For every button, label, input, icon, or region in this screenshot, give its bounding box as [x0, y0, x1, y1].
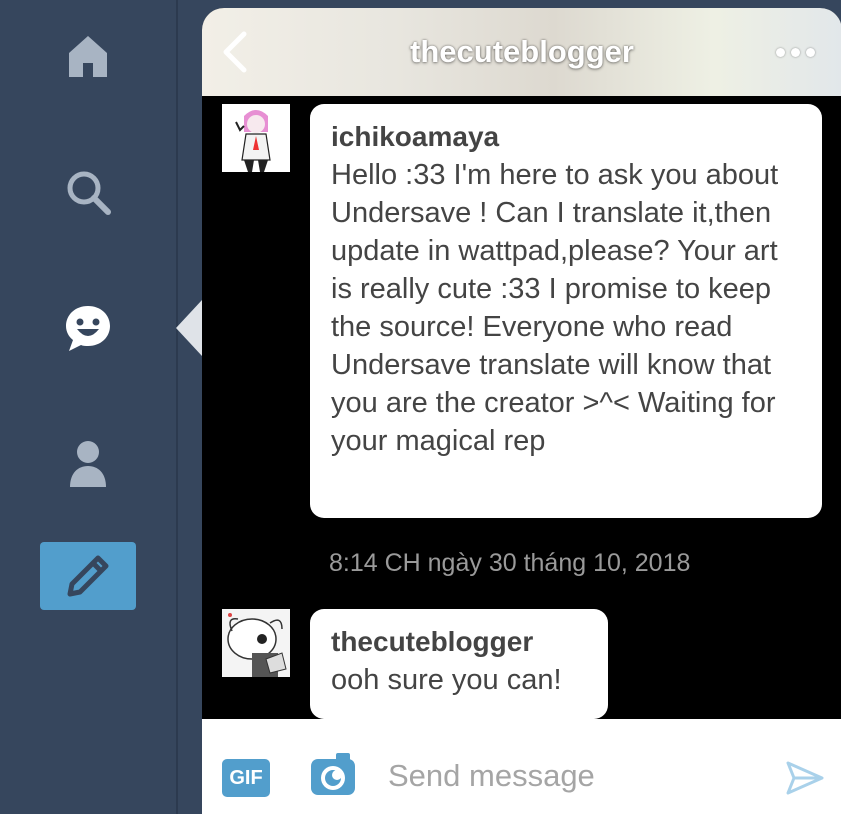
avatar[interactable] — [222, 609, 290, 677]
nav-rail — [0, 0, 178, 814]
message-sender[interactable]: thecuteblogger — [331, 625, 588, 659]
message-text: Hello :33 I'm here to ask you about Unde… — [331, 159, 779, 457]
camera-icon — [311, 753, 355, 795]
search-icon[interactable] — [62, 166, 114, 218]
more-options-button[interactable] — [776, 42, 816, 62]
account-icon[interactable] — [62, 436, 114, 492]
camera-button[interactable] — [308, 749, 358, 801]
home-icon[interactable] — [62, 30, 114, 82]
chat-title: thecuteblogger — [410, 34, 634, 69]
message-sender[interactable]: ichikoamaya — [331, 120, 802, 154]
chat-header: thecuteblogger — [202, 8, 841, 96]
chat-icon[interactable] — [60, 300, 116, 356]
message-bubble: ichikoamaya Hello :33 I'm here to ask yo… — [310, 104, 822, 518]
more-dot — [776, 47, 785, 57]
compose-button[interactable] — [40, 542, 136, 610]
message-text: ooh sure you can! — [331, 664, 562, 696]
pencil-icon — [67, 555, 109, 597]
message-input[interactable] — [388, 753, 748, 799]
send-icon — [786, 761, 824, 795]
chat-window: thecuteblogger ichikoamaya Hello :33 I'm… — [202, 8, 841, 814]
message-bubble: thecuteblogger ooh sure you can! — [310, 609, 608, 719]
message-timestamp: 8:14 CH ngày 30 tháng 10, 2018 — [329, 549, 691, 577]
active-pointer — [176, 300, 202, 356]
message-composer: GIF — [202, 719, 841, 814]
send-button[interactable] — [784, 757, 826, 799]
rail-divider — [176, 0, 178, 814]
more-dot — [791, 47, 800, 57]
gif-button[interactable]: GIF — [222, 759, 270, 797]
avatar[interactable] — [222, 104, 290, 172]
more-dot — [806, 47, 815, 57]
